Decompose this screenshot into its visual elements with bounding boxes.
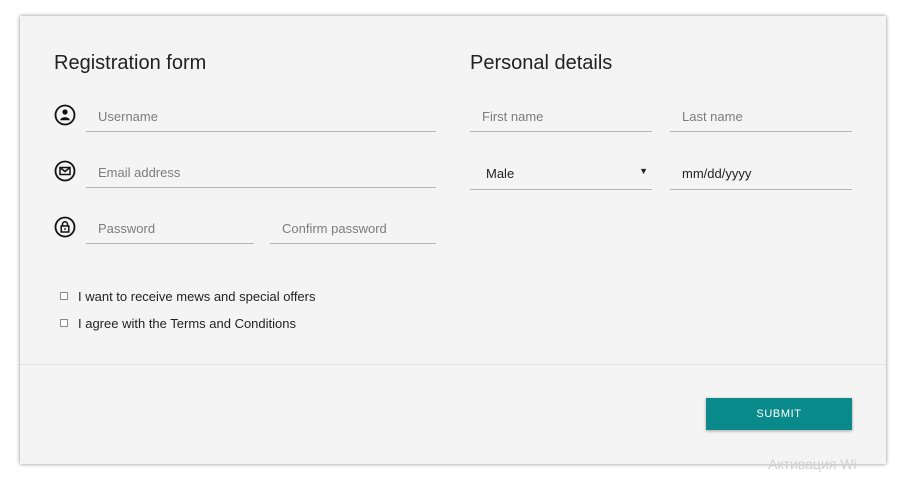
birth-date-input[interactable] (670, 158, 852, 188)
footer-divider (20, 364, 886, 365)
email-field[interactable] (86, 158, 436, 188)
triangle-down-icon: ▼ (639, 166, 648, 176)
last-name-field[interactable] (670, 102, 852, 132)
confirm-password-field[interactable] (270, 214, 436, 244)
terms-checkbox-row[interactable]: I agree with the Terms and Conditions (60, 315, 296, 331)
newsletter-checkbox-row[interactable]: I want to receive mews and special offer… (60, 288, 316, 304)
registration-form-title: Registration form (54, 52, 207, 74)
confirm-password-input[interactable] (270, 214, 436, 242)
username-field[interactable] (86, 102, 436, 132)
first-name-field[interactable] (470, 102, 652, 132)
terms-checkbox[interactable] (60, 319, 68, 327)
newsletter-checkbox-label: I want to receive mews and special offer… (78, 288, 316, 304)
password-field[interactable] (86, 214, 254, 244)
activation-watermark: Активация Wi (768, 456, 857, 472)
personal-details-title: Personal details (470, 52, 613, 74)
terms-checkbox-label: I agree with the Terms and Conditions (78, 315, 296, 331)
username-input[interactable] (86, 102, 436, 130)
birth-date-field[interactable] (670, 158, 852, 190)
submit-button[interactable]: SUBMIT (706, 398, 852, 430)
newsletter-checkbox[interactable] (60, 292, 68, 300)
last-name-input[interactable] (670, 102, 852, 130)
password-input[interactable] (86, 214, 254, 242)
envelope-circle-icon (54, 160, 76, 182)
gender-select[interactable]: Male ▼ (470, 158, 652, 190)
first-name-input[interactable] (470, 102, 652, 130)
email-input[interactable] (86, 158, 436, 186)
user-circle-icon (54, 104, 76, 126)
gender-select-value: Male (486, 166, 515, 181)
registration-card: Registration form Personal de (20, 16, 886, 464)
lock-circle-icon (54, 216, 76, 238)
